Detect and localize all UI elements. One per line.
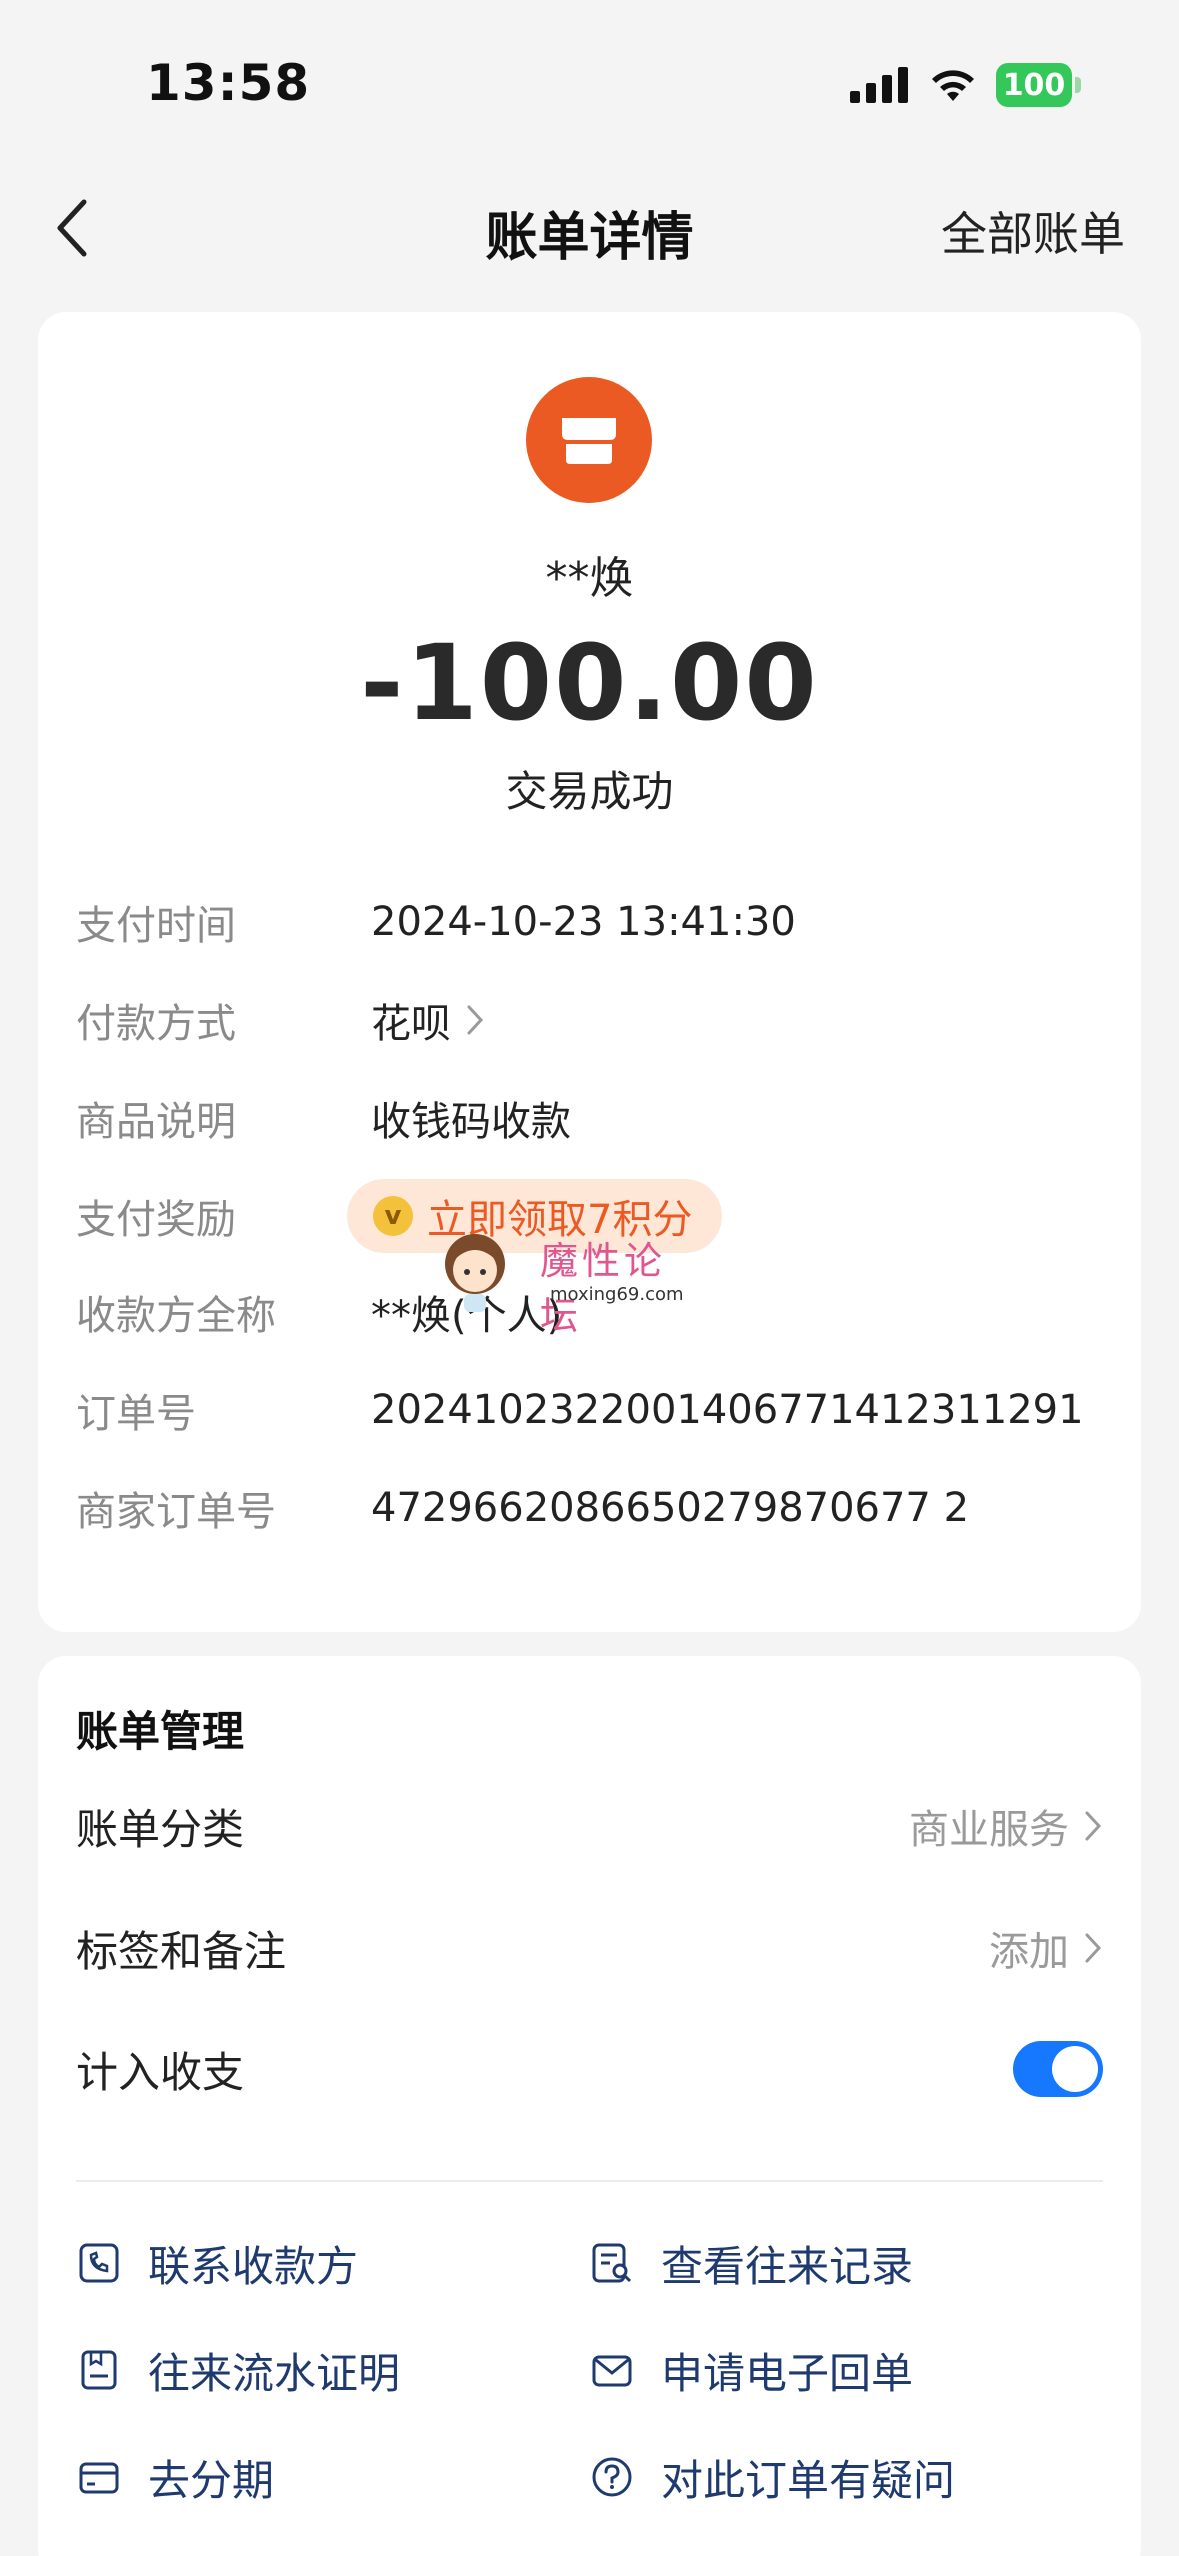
coin-icon: v (373, 1196, 413, 1236)
detail-row-product: 商品说明 收钱码收款 (76, 1088, 1103, 1148)
question-icon (589, 2454, 635, 2500)
action-label: 查看往来记录 (661, 2241, 914, 2291)
phone-chat-icon (76, 2240, 122, 2286)
bill-summary-card: **焕 -100.00 交易成功 支付时间 2024-10-23 13:41:3… (38, 312, 1141, 1632)
signal-icon (850, 67, 908, 103)
card-icon (76, 2454, 122, 2500)
action-label: 往来流水证明 (148, 2348, 401, 2398)
chevron-right-icon (1085, 1811, 1102, 1841)
bill-category-row[interactable]: 账单分类 商业服务 (76, 1791, 1103, 1861)
detail-label: 支付奖励 (76, 1197, 236, 1243)
bill-manage-card: 账单管理 账单分类 商业服务 标签和备注 添加 计入收支 联系收款方 查看往来记… (38, 1656, 1141, 2556)
section-title: 账单管理 (76, 1707, 245, 1756)
order-question-button[interactable]: 对此订单有疑问 (589, 2442, 955, 2512)
amount: -100.00 (360, 622, 819, 744)
detail-row-merchant-order-no: 商家订单号 4729662086650279870677 2 (76, 1478, 1103, 1538)
row-label: 标签和备注 (76, 1926, 287, 1976)
watermark: 魔性论坛 moxing69.com (440, 1230, 700, 1338)
detail-label: 订单号 (76, 1391, 196, 1437)
row-value: 添加 (989, 1929, 1069, 1975)
row-label: 计入收支 (76, 2047, 245, 2097)
envelope-icon (589, 2347, 635, 2393)
wifi-icon (932, 70, 974, 101)
action-label: 对此订单有疑问 (661, 2455, 956, 2505)
row-value: 商业服务 (909, 1807, 1069, 1853)
e-receipt-button[interactable]: 申请电子回单 (589, 2335, 913, 2405)
detail-value: 2024-10-23 13:41:30 (371, 899, 796, 945)
transaction-status: 交易成功 (505, 767, 674, 816)
battery-level: 100 (996, 63, 1072, 107)
detail-row-pay-time: 支付时间 2024-10-23 13:41:30 (76, 892, 1103, 952)
detail-value: 收钱码收款 (371, 1099, 571, 1145)
detail-row-order-no: 订单号 2024102322001406771412311291 (76, 1380, 1103, 1440)
view-records-button[interactable]: 查看往来记录 (589, 2228, 913, 2298)
detail-label: 付款方式 (76, 1001, 236, 1047)
contact-payee-button[interactable]: 联系收款方 (76, 2228, 358, 2298)
screen: 13:58 100 账单详情 全部账单 **焕 -100.00 交易成功 支付时… (0, 0, 1179, 2556)
watermark-url: moxing69.com (550, 1284, 684, 1305)
statement-icon (76, 2347, 122, 2393)
all-bills-link[interactable]: 全部账单 (941, 198, 1125, 264)
detail-label: 支付时间 (76, 903, 236, 949)
action-label: 联系收款方 (148, 2241, 359, 2291)
status-icons: 100 (850, 62, 1081, 108)
detail-row-pay-method[interactable]: 付款方式 花呗 (76, 990, 1103, 1050)
detail-value: 2024102322001406771412311291 (371, 1387, 1084, 1433)
detail-value: 花呗 (371, 1001, 451, 1047)
cartoon-girl-icon (445, 1234, 505, 1312)
battery-icon: 100 (996, 63, 1081, 107)
status-time: 13:58 (146, 54, 311, 112)
include-in-stats-row: 计入收支 (76, 2034, 1103, 2104)
detail-value: 4729662086650279870677 2 (371, 1485, 970, 1531)
action-label: 申请电子回单 (661, 2348, 914, 2398)
action-label: 去分期 (148, 2455, 275, 2505)
include-toggle[interactable] (1013, 2041, 1103, 2097)
row-label: 账单分类 (76, 1804, 245, 1854)
merchant-name: **焕 (545, 553, 634, 604)
record-search-icon (589, 2240, 635, 2286)
detail-label: 商家订单号 (76, 1489, 276, 1535)
chevron-right-icon (1085, 1933, 1102, 1963)
divider (76, 2180, 1103, 2182)
chevron-right-icon (467, 1005, 484, 1035)
tags-notes-row[interactable]: 标签和备注 添加 (76, 1913, 1103, 1983)
installment-button[interactable]: 去分期 (76, 2442, 274, 2512)
detail-label: 收款方全称 (76, 1293, 276, 1339)
detail-label: 商品说明 (76, 1099, 236, 1145)
statement-proof-button[interactable]: 往来流水证明 (76, 2335, 400, 2405)
merchant-shop-icon (526, 377, 652, 503)
